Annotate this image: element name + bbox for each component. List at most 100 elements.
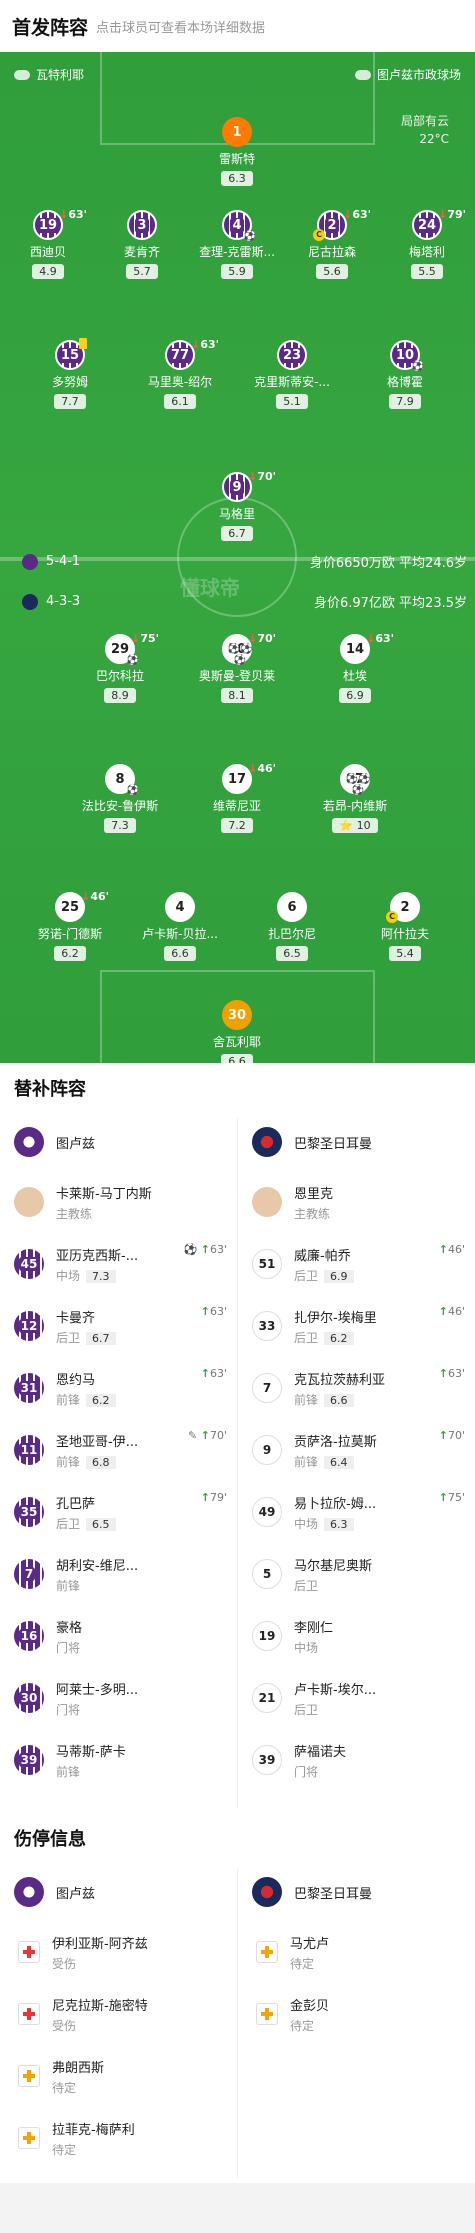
player-card[interactable]: 2 ↓63' C 尼古拉森 5.6: [287, 208, 377, 279]
injury-row[interactable]: 弗朗西斯 待定: [0, 2045, 237, 2107]
injury-row[interactable]: 拉菲克-梅萨利 待定: [0, 2107, 237, 2169]
jersey-icon: 29 ↓75' ⚽: [105, 632, 159, 666]
sub-row[interactable]: 33 扎伊尔-埃梅里 后卫 6.2 ↑46': [238, 1295, 475, 1357]
jersey-number: 9: [230, 479, 244, 495]
sub-row[interactable]: 45 亚历克西斯-... 中场 7.3 ⚽ ↑63': [0, 1233, 237, 1295]
sub-on-time: ↑79': [200, 1491, 227, 1504]
player-card[interactable]: 77 ↓63' 马里奥-绍尔 6.1: [135, 338, 225, 409]
sub-row[interactable]: 30 阿莱士-多明... 门将: [0, 1667, 237, 1729]
player-card[interactable]: 24 ↓79' 梅塔利 5.5: [382, 208, 472, 279]
injured-player-name: 尼克拉斯-施密特: [52, 1998, 148, 2014]
sub-row[interactable]: 49 易卜拉欣-姆... 中场 6.3 ↑75': [238, 1481, 475, 1543]
sub-row[interactable]: 7 克瓦拉茨赫利亚 前锋 6.6 ↑63': [238, 1357, 475, 1419]
player-card[interactable]: 19 ↓63' 西迪贝 4.9: [3, 208, 93, 279]
sub-row[interactable]: 31 恩约马 前锋 6.2 ↑63': [0, 1357, 237, 1419]
player-card[interactable]: 4 卢卡斯-贝拉... 6.6: [135, 892, 225, 961]
player-card[interactable]: 6 扎巴尔尼 6.5: [247, 892, 337, 961]
player-name: 雷斯特: [218, 152, 255, 166]
player-name: 巴尔科拉: [95, 669, 144, 683]
player-rating: 7.9: [389, 394, 421, 409]
player-card[interactable]: 87 ⚽⚽⚽ 若昂-内维斯 ⭐ 10: [310, 764, 400, 833]
subs-away: 巴黎圣日耳曼 恩里克 主教练 51 威廉-帕乔 后卫 6.9 ↑46' 33 扎伊尔-埃梅里 后卫…: [238, 1113, 475, 1791]
player-card[interactable]: 17 ↓46' 维蒂尼亚 7.2: [192, 762, 282, 833]
sub-row[interactable]: 21 卢卡斯-埃尔... 后卫: [238, 1667, 475, 1729]
coach-row[interactable]: 卡莱斯-马丁内斯 主教练: [0, 1171, 237, 1233]
injury-status: 待定: [290, 1956, 315, 1971]
sub-row[interactable]: 12 卡曼齐 后卫 6.7 ↑63': [0, 1295, 237, 1357]
injury-row[interactable]: 伊利亚斯-阿齐兹 受伤: [0, 1921, 237, 1983]
sub-row[interactable]: 39 马蒂斯-萨卡 前锋: [0, 1729, 237, 1791]
sub-row[interactable]: 5 马尔基尼奥斯 后卫: [238, 1543, 475, 1605]
player-name: 卢卡斯-贝拉...: [142, 927, 218, 941]
jersey-icon: 10 ↓70' ⚽⚽⚽: [222, 632, 276, 666]
player-card[interactable]: 1 雷斯特 6.3: [192, 117, 282, 186]
inj-home-team[interactable]: 图卢兹: [0, 1863, 237, 1921]
sub-rating: 6.5: [86, 1517, 116, 1531]
toulouse-crest-icon: [14, 1127, 44, 1157]
jersey-icon: 23: [277, 340, 307, 370]
coach-avatar: [252, 1187, 282, 1217]
player-card[interactable]: 9 ↓70' 马格里 6.7: [192, 470, 282, 541]
captain-icon: C: [386, 911, 398, 923]
sub-row[interactable]: 9 贡萨洛-拉莫斯 前锋 6.4 ↑70': [238, 1419, 475, 1481]
player-name: 马里奥-绍尔: [147, 375, 213, 389]
sub-position: 中场: [294, 1640, 319, 1655]
jersey-icon: 19 ↓63': [33, 208, 87, 240]
jersey-icon: 51: [252, 1249, 282, 1279]
player-card[interactable]: 10 ⚽ 格博霍 7.9: [360, 340, 450, 409]
player-card[interactable]: 2 C 阿什拉夫 5.4: [360, 892, 450, 961]
player-card[interactable]: 29 ↓75' ⚽ 巴尔科拉 8.9: [75, 632, 165, 703]
jersey-icon: 24 ↓79': [412, 208, 466, 240]
player-card[interactable]: 15 多努姆 7.7: [25, 338, 115, 409]
player-card[interactable]: 23 克里斯蒂安-... 5.1: [247, 340, 337, 409]
sub-position: 主教练: [294, 1206, 331, 1221]
jersey-number: 2: [325, 217, 339, 233]
player-rating: 6.6: [164, 946, 196, 961]
player-card[interactable]: 3 麦肯齐 5.7: [97, 210, 187, 279]
sub-on-time: ↑63': [438, 1367, 465, 1380]
jersey-icon: 4 ⚽: [222, 210, 256, 242]
subs-home-team[interactable]: 图卢兹: [0, 1113, 237, 1171]
player-card[interactable]: 14 ↓63' 杜埃 6.9: [310, 632, 400, 703]
player-card[interactable]: 30 舍瓦利耶 6.6: [192, 1000, 282, 1063]
sub-off-time: ↓79': [438, 208, 466, 221]
injury-row[interactable]: 金彭贝 待定: [238, 1983, 475, 2045]
coach-row[interactable]: 恩里克 主教练: [238, 1171, 475, 1233]
sub-row[interactable]: 16 豪格 门将: [0, 1605, 237, 1667]
player-rating: 6.3: [221, 171, 253, 186]
injury-row[interactable]: 尼克拉斯-施密特 受伤: [0, 1983, 237, 2045]
injured-player-name: 金彭贝: [290, 1998, 330, 2014]
player-card[interactable]: 10 ↓70' ⚽⚽⚽ 奥斯曼-登贝莱 8.1: [192, 632, 282, 703]
player-card[interactable]: 25 ↓46' 努诺-门德斯 6.2: [25, 890, 115, 961]
sub-name: 马尔基尼奥斯: [294, 1558, 373, 1574]
inj-away-team[interactable]: 巴黎圣日耳曼: [238, 1863, 475, 1921]
jersey-icon: 30: [222, 1000, 252, 1030]
inj-away: 巴黎圣日耳曼 马尤卢 待定 金彭贝 待定: [238, 1863, 475, 2045]
player-name: 尼古拉森: [307, 245, 356, 259]
subs-title: 替补阵容: [14, 1079, 86, 1100]
player-card[interactable]: 8 ⚽ 法比安-鲁伊斯 7.3: [75, 764, 165, 833]
stadium-icon: [354, 69, 371, 80]
sub-on-time: ↑46': [438, 1243, 465, 1256]
stadium-name: 图卢兹市政球场: [376, 68, 461, 82]
goal-icon: ⚽⚽⚽: [227, 644, 253, 666]
injury-status: 待定: [52, 2080, 77, 2095]
subs-away-team[interactable]: 巴黎圣日耳曼: [238, 1113, 475, 1171]
sub-position: 中场 6.3: [294, 1515, 376, 1532]
jersey-number: 4: [230, 217, 244, 233]
injury-row[interactable]: 马尤卢 待定: [238, 1921, 475, 1983]
sub-row[interactable]: 7 胡利安-维尼... 前锋: [0, 1543, 237, 1605]
sub-position: 门将: [56, 1702, 81, 1717]
home-value: 身价6650万欧 平均24.6岁: [309, 556, 467, 571]
lineup-hint: 点击球员可查看本场详细数据: [96, 20, 266, 36]
player-card[interactable]: 4 ⚽ 查理-克雷斯... 5.9: [192, 210, 282, 279]
sub-row[interactable]: 19 李刚仁 中场: [238, 1605, 475, 1667]
sub-on-time: ↑70': [438, 1429, 465, 1442]
player-rating: 8.9: [104, 688, 136, 703]
sub-row[interactable]: 35 孔巴萨 后卫 6.5 ↑79': [0, 1481, 237, 1543]
jersey-icon: 87 ⚽⚽⚽: [340, 764, 370, 796]
sub-row[interactable]: 39 萨福诺夫 门将: [238, 1729, 475, 1791]
jersey-number: 77: [168, 347, 192, 363]
sub-row[interactable]: 11 圣地亚哥-伊... 前锋 6.8 ✎ ↑70': [0, 1419, 237, 1481]
sub-row[interactable]: 51 威廉-帕乔 后卫 6.9 ↑46': [238, 1233, 475, 1295]
